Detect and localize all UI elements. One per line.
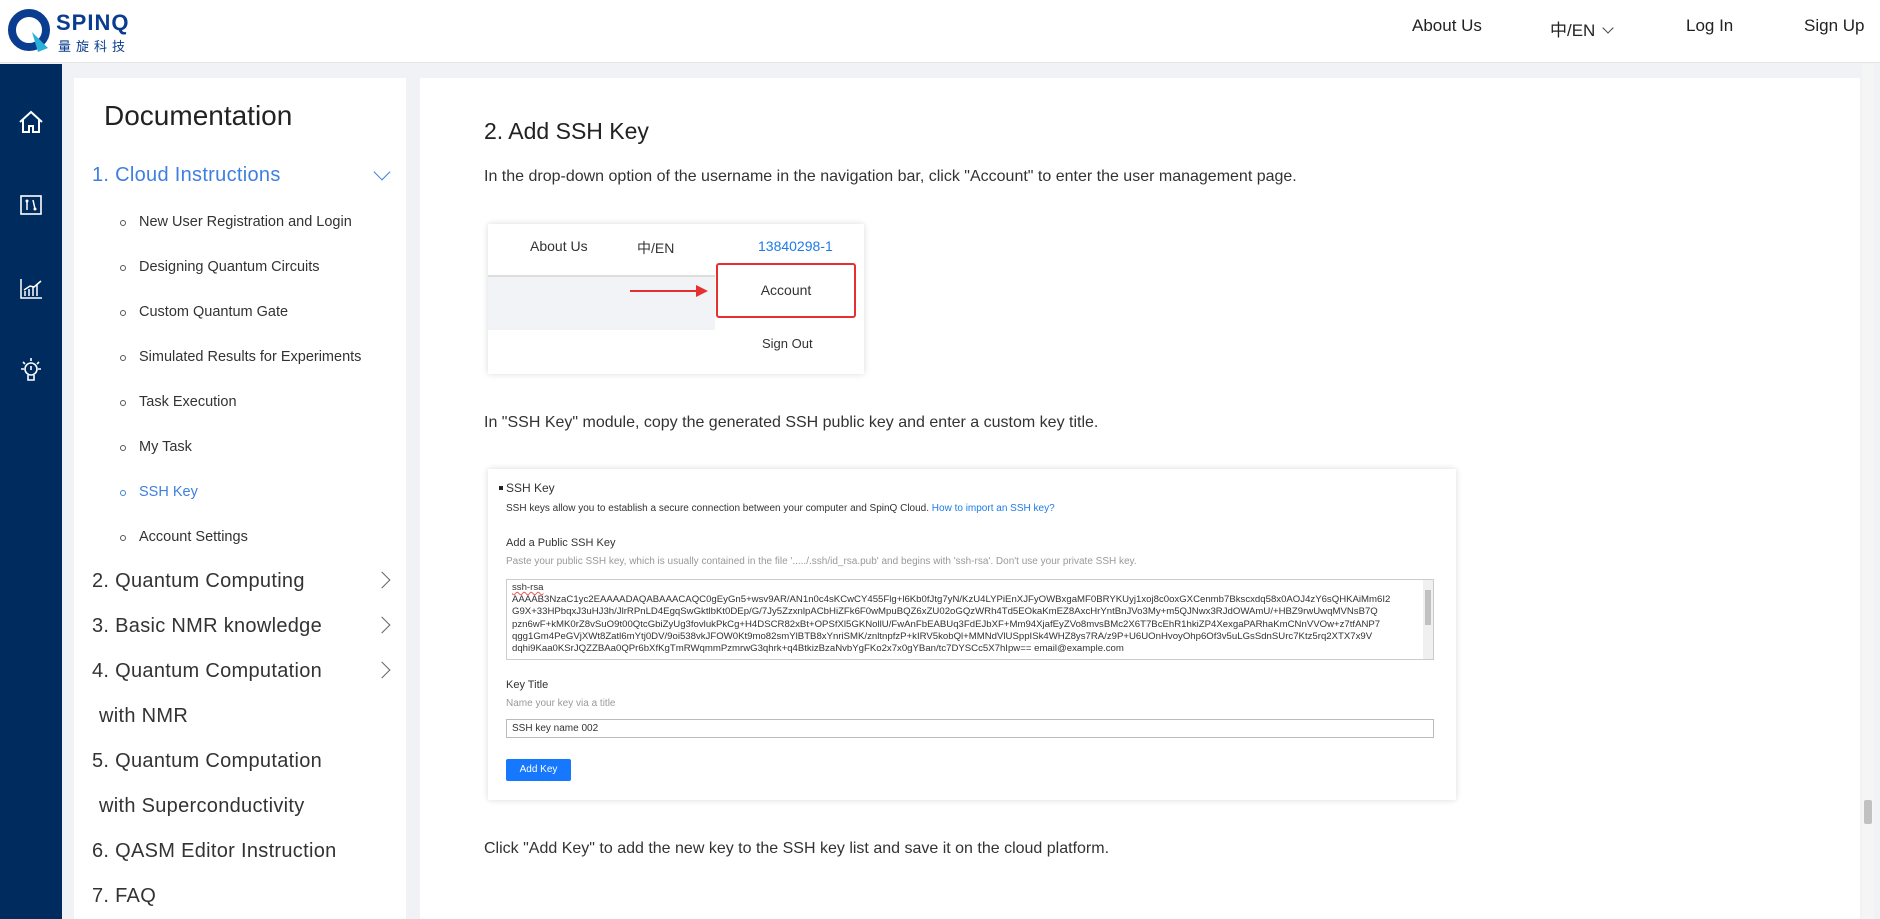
home-icon[interactable] bbox=[16, 107, 46, 137]
shot-add-key-label: Add Key bbox=[519, 764, 558, 775]
language-label: 中/EN bbox=[1550, 21, 1596, 40]
shot-add-label: Add a Public SSH Key bbox=[506, 537, 616, 549]
bullet-icon bbox=[120, 355, 126, 361]
screenshot-account-menu: About Us 中/EN 13840298-1 Account Sign Ou… bbox=[488, 224, 864, 374]
shot-key-title-input: SSH key name 002 bbox=[506, 719, 1434, 738]
shot-ssh-heading: SSH Key bbox=[506, 481, 555, 495]
lightbulb-icon[interactable] bbox=[16, 356, 46, 386]
doc-item-my-task[interactable]: My Task bbox=[139, 439, 192, 455]
bullet-icon bbox=[120, 445, 126, 451]
section-quantum-computation-nmr-line2[interactable]: with NMR bbox=[99, 705, 188, 728]
shot-username: 13840298-1 bbox=[758, 238, 833, 254]
content-panel: 2. Add SSH Key In the drop-down option o… bbox=[420, 78, 1860, 919]
doc-item-registration[interactable]: New User Registration and Login bbox=[139, 214, 352, 230]
bullet-icon bbox=[120, 310, 126, 316]
bullet-icon bbox=[120, 535, 126, 541]
doc-item-task-execution[interactable]: Task Execution bbox=[139, 394, 237, 410]
section-quantum-computation-sc[interactable]: 5. Quantum Computation bbox=[92, 750, 322, 773]
shot-add-hint: Paste your public SSH key, which is usua… bbox=[506, 556, 1137, 567]
scrollbar-thumb[interactable] bbox=[1864, 800, 1872, 824]
section-quantum-computation-sc-line2[interactable]: with Superconductivity bbox=[99, 795, 305, 818]
shot-account: Account bbox=[760, 282, 812, 298]
shot-key-title-value: SSH key name 002 bbox=[512, 723, 599, 734]
nav-about-us[interactable]: About Us bbox=[1412, 16, 1482, 36]
section-title: 2. Add SSH Key bbox=[484, 118, 649, 144]
section-cloud-instructions[interactable]: 1. Cloud Instructions bbox=[92, 164, 281, 187]
shot-key-textarea: ssh-rsa AAAAB3NzaC1yc2EAAAADAQABAAACAQC0… bbox=[506, 579, 1434, 660]
doc-item-account-settings[interactable]: Account Settings bbox=[139, 529, 248, 545]
doc-item-ssh-key[interactable]: SSH Key bbox=[139, 484, 198, 500]
nav-signup[interactable]: Sign Up bbox=[1804, 16, 1864, 36]
key-line: ssh-rsa bbox=[512, 582, 544, 593]
logo-subtext: 量旋科技 bbox=[58, 39, 131, 54]
page-scrollbar[interactable] bbox=[1862, 64, 1874, 919]
left-icon-rail bbox=[0, 64, 62, 919]
doc-item-simulated-results[interactable]: Simulated Results for Experiments bbox=[139, 349, 361, 365]
bullet-icon bbox=[120, 490, 126, 496]
circuit-icon[interactable] bbox=[16, 190, 46, 220]
bullet-icon bbox=[120, 220, 126, 226]
paragraph-2: In "SSH Key" module, copy the generated … bbox=[484, 414, 1099, 431]
doc-item-designing-circuits[interactable]: Designing Quantum Circuits bbox=[139, 259, 320, 275]
chart-icon[interactable] bbox=[16, 274, 46, 304]
chevron-down-icon bbox=[1602, 22, 1614, 34]
nav-language[interactable]: 中/EN bbox=[1550, 16, 1614, 41]
shot-language: 中/EN bbox=[637, 240, 675, 256]
shot-desc-text: SSH keys allow you to establish a secure… bbox=[506, 503, 930, 514]
key-line: dqhi9Kaa0KSrJQZZBAa0QPr6bXfKgTmRWqmmPzmr… bbox=[512, 643, 1124, 655]
nav-login[interactable]: Log In bbox=[1686, 16, 1733, 36]
shot-add-key-button: Add Key bbox=[506, 759, 571, 781]
red-arrow-icon bbox=[630, 290, 700, 292]
bullet-icon bbox=[120, 265, 126, 271]
section-quantum-computing[interactable]: 2. Quantum Computing bbox=[92, 570, 305, 593]
shot-key-title-hint: Name your key via a title bbox=[506, 698, 616, 709]
key-line: qgg1Gm4PeGVjXWt8Zatl6mYtj0DV/9oi538vkJFO… bbox=[512, 630, 1373, 642]
key-line: pzn6wF+kMK0rZ8vSuO9t00QtcGbiZyUg3fovlukP… bbox=[512, 618, 1381, 630]
docs-title: Documentation bbox=[104, 100, 293, 131]
key-line: AAAAB3NzaC1yc2EAAAADAQABAAACAQC0gEyGn5+w… bbox=[512, 594, 1391, 606]
shot-textarea-scrollbar bbox=[1423, 580, 1433, 659]
paragraph-3: Click "Add Key" to add the new key to th… bbox=[484, 840, 1110, 857]
doc-item-custom-gate[interactable]: Custom Quantum Gate bbox=[139, 304, 288, 320]
shot-import-link: How to import an SSH key? bbox=[931, 503, 1055, 514]
shot-about-us: About Us bbox=[530, 238, 588, 254]
screenshot-ssh-key-form: SSH Key SSH keys allow you to establish … bbox=[488, 469, 1456, 800]
section-faq[interactable]: 7. FAQ bbox=[92, 885, 156, 908]
chevron-down-icon[interactable] bbox=[373, 163, 391, 181]
shot-gray-band bbox=[488, 275, 715, 330]
chevron-right-icon[interactable] bbox=[373, 661, 391, 679]
bullet-icon bbox=[120, 400, 126, 406]
logo-text: SPINQ bbox=[56, 10, 130, 35]
key-line: G9X+33HPbqxJ3uHJ3h/JlrRPnLD4EgqSwGktlbKt… bbox=[512, 606, 1378, 618]
chevron-right-icon[interactable] bbox=[373, 571, 391, 589]
section-basic-nmr[interactable]: 3. Basic NMR knowledge bbox=[92, 615, 322, 638]
red-arrow-head-icon bbox=[696, 285, 708, 297]
chevron-right-icon[interactable] bbox=[373, 616, 391, 634]
shot-sign-out: Sign Out bbox=[762, 336, 813, 351]
documentation-sidebar: Documentation 1. Cloud Instructions New … bbox=[74, 78, 406, 919]
shot-bullet-icon bbox=[499, 486, 503, 490]
logo-q-icon bbox=[8, 9, 50, 52]
spinq-logo[interactable]: SPINQ 量旋科技 bbox=[6, 6, 156, 56]
section-qasm-editor[interactable]: 6. QASM Editor Instruction bbox=[92, 840, 337, 863]
shot-key-title-label: Key Title bbox=[506, 679, 549, 691]
shot-ssh-desc: SSH keys allow you to establish a secure… bbox=[506, 503, 1055, 514]
paragraph-1: In the drop-down option of the username … bbox=[484, 168, 1297, 185]
section-quantum-computation-nmr[interactable]: 4. Quantum Computation bbox=[92, 660, 322, 683]
shot-account-highlight: Account bbox=[716, 263, 856, 318]
top-header: SPINQ 量旋科技 About Us 中/EN Log In Sign Up bbox=[0, 0, 1880, 63]
